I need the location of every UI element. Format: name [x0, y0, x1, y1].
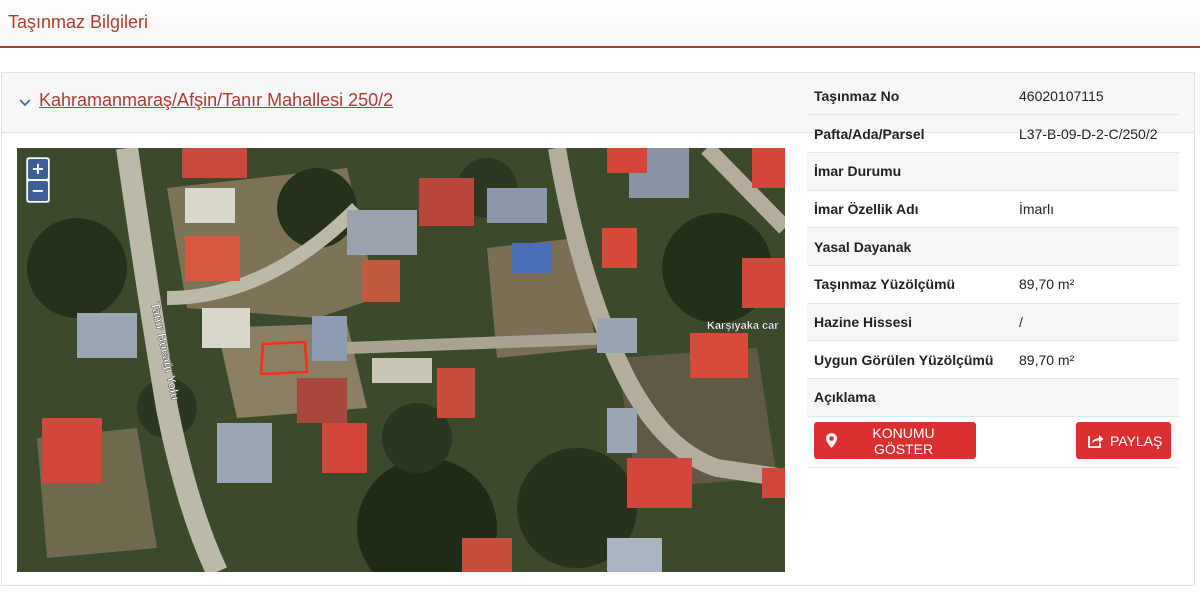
row-value: 89,70 m²	[1012, 265, 1179, 304]
table-row: Açıklama	[807, 378, 1179, 417]
row-label: Taşınmaz No	[807, 77, 1012, 116]
satellite-map[interactable]: Tanır Bucağı Yolu Karşıyaka car + −	[17, 148, 785, 572]
table-row: Uygun Görülen Yüzölçümü 89,70 m²	[807, 340, 1179, 379]
row-label: Hazine Hissesi	[807, 303, 1012, 342]
row-value: İmarlı	[1012, 190, 1179, 229]
property-address-link[interactable]: Kahramanmaraş/Afşin/Tanır Mahallesi 250/…	[39, 90, 393, 111]
row-value: 89,70 m²	[1012, 340, 1179, 379]
table-row: Pafta/Ada/Parsel L37-B-09-D-2-C/250/2	[807, 114, 1179, 153]
map-pin-icon	[826, 433, 837, 448]
row-value: /	[1012, 303, 1179, 342]
row-label: İmar Durumu	[807, 152, 1012, 191]
street-label: Karşıyaka car	[707, 320, 779, 332]
row-label: Yasal Dayanak	[807, 227, 1012, 266]
property-details-table: Taşınmaz No 46020107115 Pafta/Ada/Parsel L…	[807, 77, 1179, 417]
share-label: PAYLAŞ	[1110, 432, 1163, 449]
zoom-out-button[interactable]: −	[28, 181, 48, 201]
row-label: Pafta/Ada/Parsel	[807, 114, 1012, 153]
row-value	[1012, 378, 1179, 417]
table-row: İmar Özellik Adı İmarlı	[807, 190, 1179, 229]
row-label: Uygun Görülen Yüzölçümü	[807, 340, 1012, 379]
row-value: 46020107115	[1012, 77, 1179, 116]
chevron-down-icon[interactable]	[18, 95, 32, 109]
row-label: İmar Özellik Adı	[807, 190, 1012, 229]
table-row: Hazine Hissesi /	[807, 303, 1179, 342]
table-row: Yasal Dayanak	[807, 227, 1179, 266]
row-value: L37-B-09-D-2-C/250/2	[1012, 114, 1179, 153]
zoom-in-button[interactable]: +	[28, 159, 48, 179]
page-header: Taşınmaz Bilgileri	[0, 0, 1200, 48]
row-label: Taşınmaz Yüzölçümü	[807, 265, 1012, 304]
show-location-button[interactable]: KONUMU GÖSTER	[814, 422, 976, 459]
table-row: Taşınmaz No 46020107115	[807, 77, 1179, 116]
page-title: Taşınmaz Bilgileri	[8, 12, 149, 32]
row-value	[1012, 227, 1179, 266]
share-icon	[1088, 435, 1104, 448]
map-imagery: Tanır Bucağı Yolu Karşıyaka car	[17, 148, 785, 572]
show-location-label: KONUMU GÖSTER	[872, 424, 935, 457]
row-value	[1012, 152, 1179, 191]
table-row: İmar Durumu	[807, 152, 1179, 191]
table-row: Taşınmaz Yüzölçümü 89,70 m²	[807, 265, 1179, 304]
share-button[interactable]: PAYLAŞ	[1076, 422, 1171, 459]
action-row: KONUMU GÖSTER PAYLAŞ	[807, 416, 1179, 468]
zoom-control: + −	[26, 157, 50, 203]
row-label: Açıklama	[807, 378, 1012, 417]
